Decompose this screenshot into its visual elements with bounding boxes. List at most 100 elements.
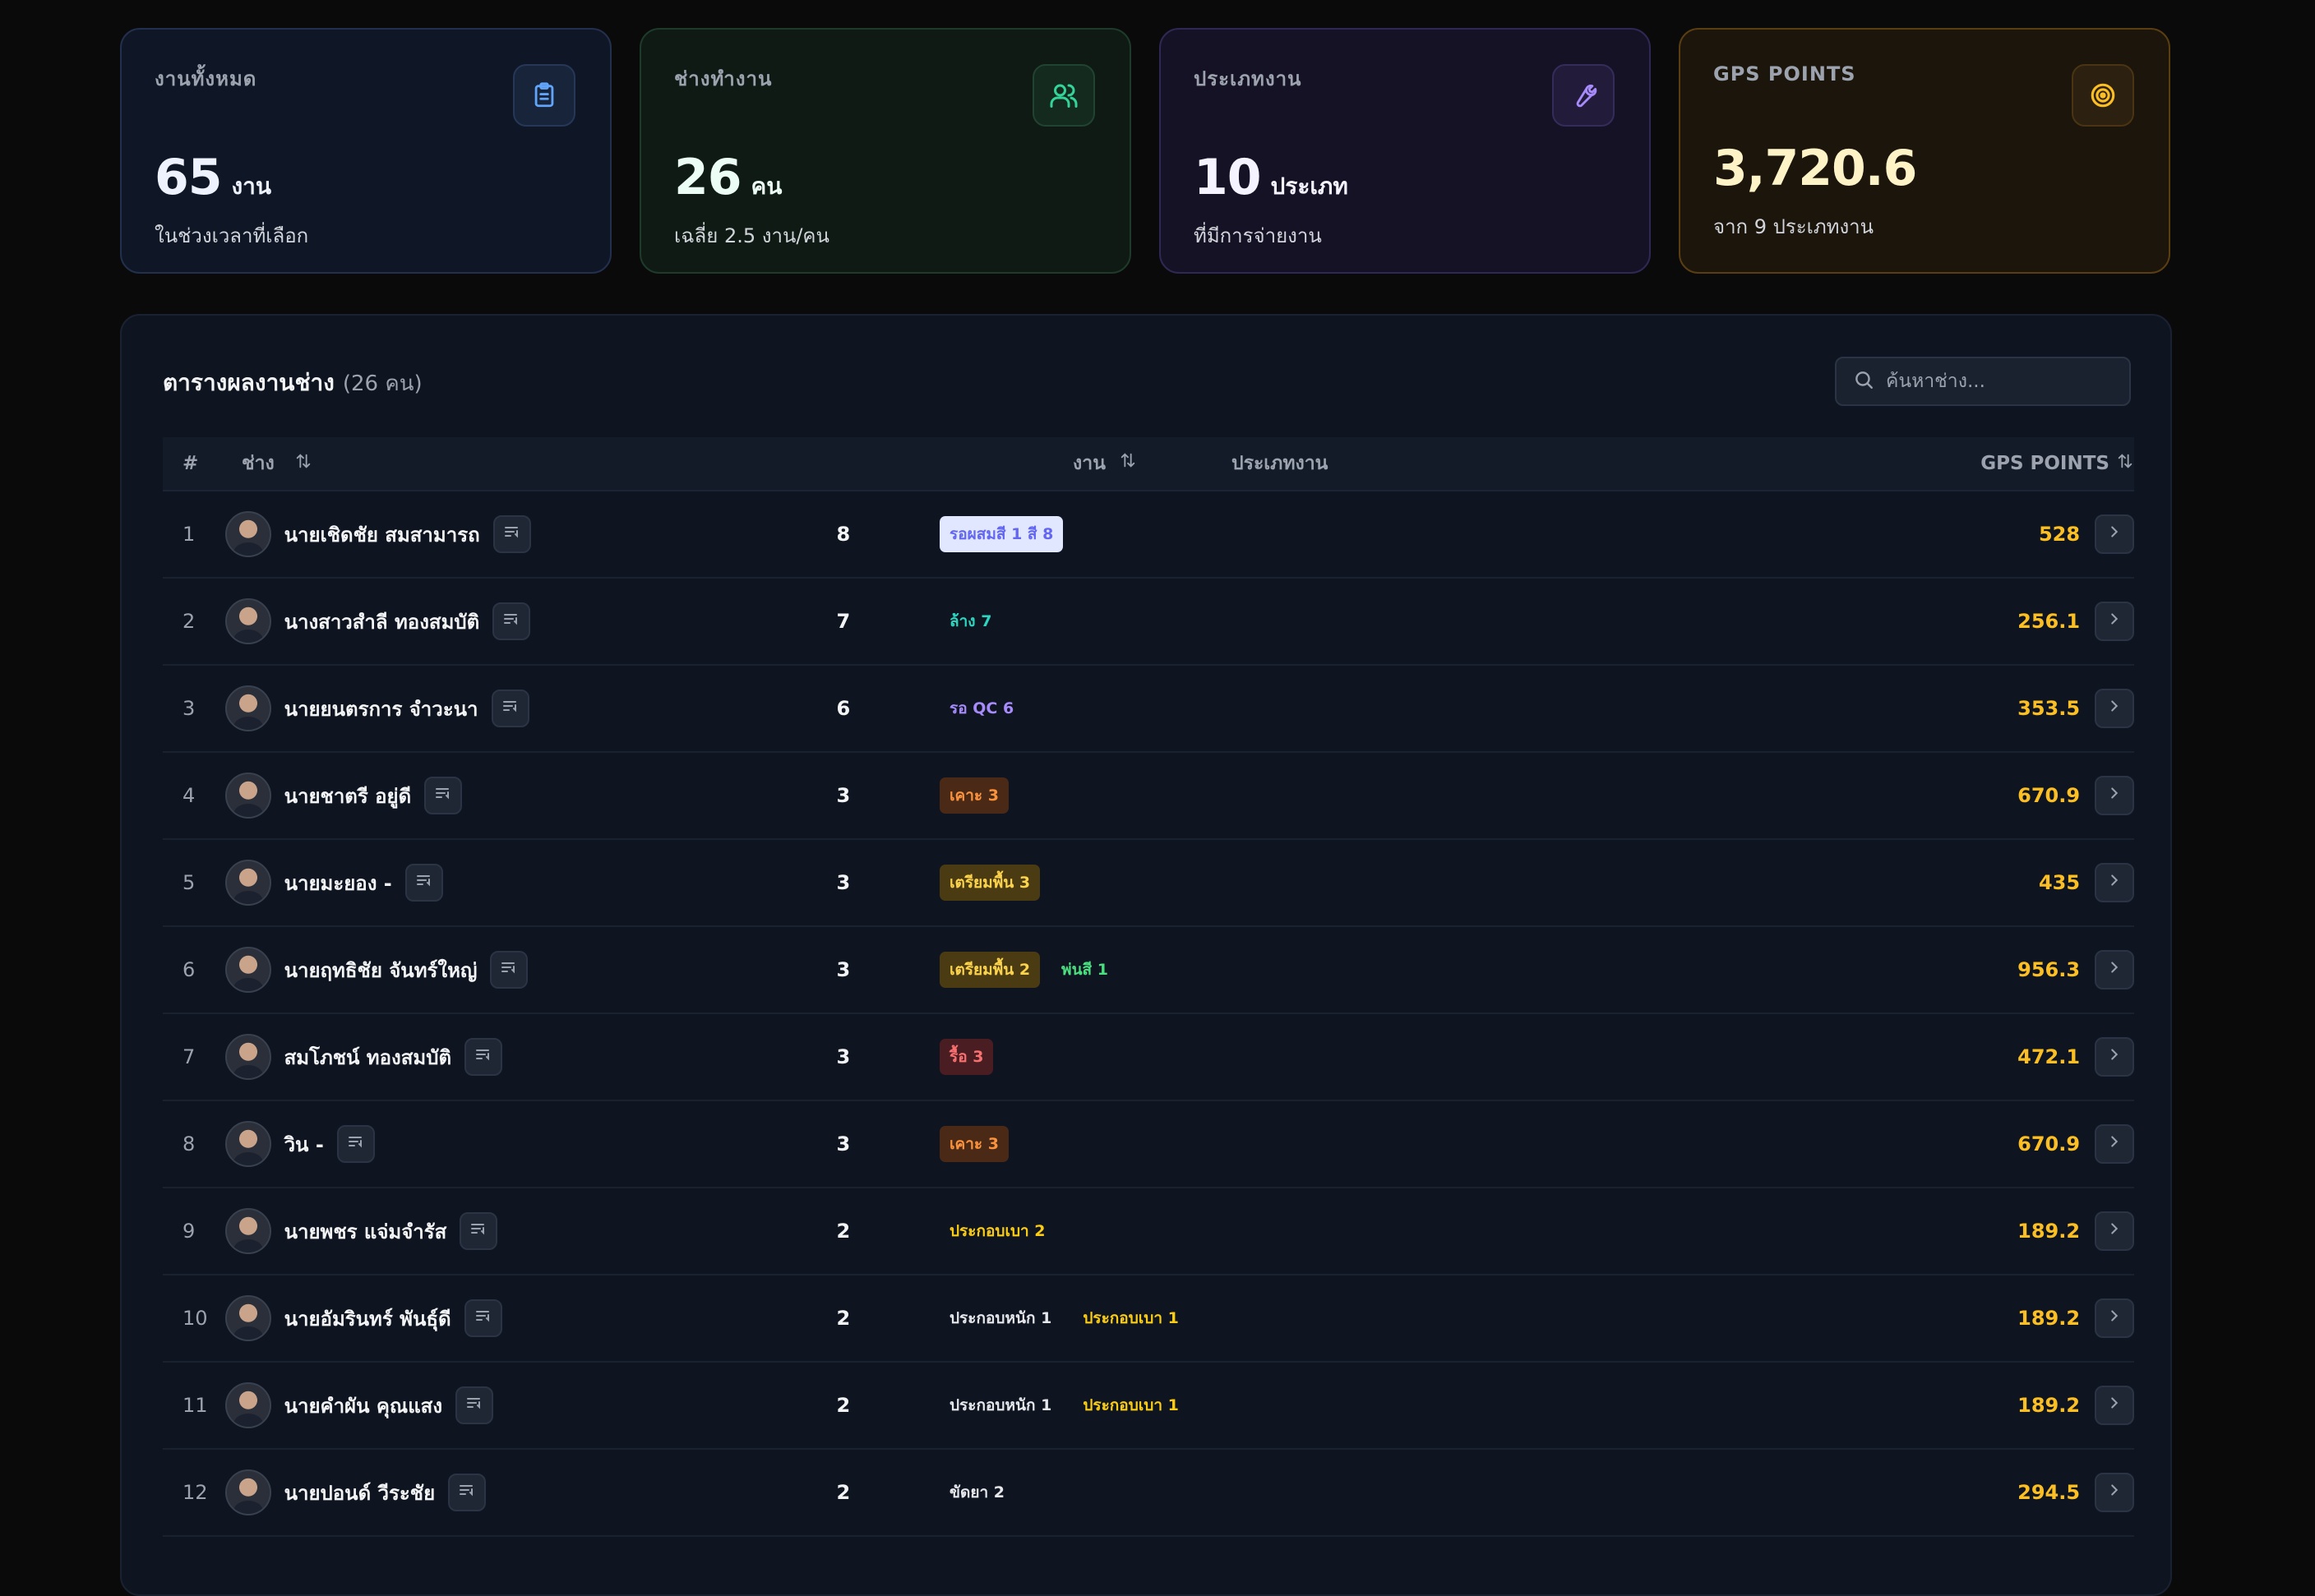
- gps-points: 353.5: [2017, 697, 2081, 720]
- avatar: [224, 1034, 271, 1080]
- view-details-button[interactable]: [2095, 1473, 2134, 1512]
- job-count: 2: [836, 1220, 851, 1243]
- chevron-right-icon: [2105, 958, 2123, 981]
- chevron-right-icon: [2105, 697, 2123, 720]
- job-count: 2: [836, 1394, 851, 1417]
- avatar: [224, 1121, 271, 1167]
- row-number: 4: [183, 784, 196, 807]
- table-row[interactable]: 4 นายชาตรี อยู่ดี 3 เคาะ 3 670.9: [163, 753, 2134, 840]
- view-details-button[interactable]: [2095, 1037, 2134, 1077]
- job-type-badge: รอ QC 6: [950, 699, 1014, 717]
- view-details-button[interactable]: [2095, 1386, 2134, 1425]
- header-name-label: ช่าง: [242, 453, 275, 474]
- row-number: 9: [183, 1220, 196, 1243]
- notes-button[interactable]: [492, 602, 531, 640]
- technician-name: นายอัมรินทร์ พันธุ์ดี: [284, 1307, 451, 1331]
- job-type-badge: เตรียมพื้น 3: [940, 865, 1041, 901]
- header-gps-sortable[interactable]: GPS POINTS: [1952, 452, 2134, 475]
- technician-name: สมโภชน์ ทองสมบัติ: [284, 1045, 452, 1069]
- list-icon: [499, 957, 519, 982]
- list-icon: [474, 1045, 493, 1069]
- notes-button[interactable]: [460, 1212, 498, 1250]
- table-row[interactable]: 3 นายยนตรการ จำวะนา 6 รอ QC 6 353.5: [163, 666, 2134, 753]
- list-icon: [474, 1306, 493, 1331]
- gps-points: 670.9: [2017, 784, 2081, 807]
- job-count: 2: [836, 1481, 851, 1504]
- card-subtitle: จาก 9 ประเภทงาน: [1713, 215, 1874, 238]
- card-unit: ประเภท: [1270, 173, 1348, 200]
- header-num: #: [183, 453, 199, 474]
- notes-button[interactable]: [491, 690, 529, 727]
- table-row[interactable]: 10 นายอัมรินทร์ พันธุ์ดี 2 ประกอบหนัก 1ป…: [163, 1275, 2134, 1363]
- notes-button[interactable]: [448, 1474, 487, 1511]
- job-count: 3: [836, 784, 851, 807]
- notes-button[interactable]: [492, 515, 531, 553]
- row-number: 3: [183, 697, 196, 720]
- technician-name: นายมะยอง -: [284, 871, 392, 895]
- search-icon: [1853, 369, 1874, 394]
- view-details-button[interactable]: [2095, 514, 2134, 554]
- table-row[interactable]: 1 นายเชิดชัย สมสามารถ 8 รอผสมสี 1 สี 8 5…: [163, 491, 2134, 579]
- card-gps-points: GPS POINTS 3,720.6 จาก 9 ประเภทงาน: [1679, 28, 2170, 274]
- chevron-right-icon: [2105, 523, 2123, 546]
- view-details-button[interactable]: [2095, 950, 2134, 989]
- card-subtitle: ในช่วงเวลาที่เลือก: [155, 224, 309, 247]
- job-type-badge: ประกอบเบา 2: [950, 1222, 1046, 1240]
- header-jobs-sortable[interactable]: งาน: [998, 449, 1212, 478]
- table-row[interactable]: 5 นายมะยอง - 3 เตรียมพื้น 3 435: [163, 840, 2134, 927]
- view-details-button[interactable]: [2095, 689, 2134, 728]
- job-types: รื้อ 3: [920, 1039, 1456, 1075]
- table-row[interactable]: 12 นายปอนด์ วีระชัย 2 ขัดยา 2 294.5: [163, 1450, 2134, 1537]
- job-type-badge: ประกอบเบา 1: [1083, 1309, 1179, 1327]
- chevron-right-icon: [2105, 1481, 2123, 1504]
- notes-button[interactable]: [336, 1125, 375, 1163]
- technician-name: วิน -: [284, 1132, 324, 1156]
- job-count: 8: [836, 523, 851, 546]
- view-details-button[interactable]: [2095, 776, 2134, 815]
- header-name-sortable[interactable]: ช่าง: [242, 449, 998, 478]
- technician-name: นายยนตรการ จำวะนา: [284, 697, 478, 721]
- search-input[interactable]: [1886, 371, 2100, 392]
- search-box[interactable]: [1835, 357, 2131, 406]
- table-row[interactable]: 8 วิน - 3 เคาะ 3 670.9: [163, 1101, 2134, 1188]
- table-row[interactable]: 2 นางสาวสำลี ทองสมบัติ 7 ล้าง 7 256.1: [163, 579, 2134, 666]
- notes-button[interactable]: [464, 1299, 502, 1337]
- view-details-button[interactable]: [2095, 602, 2134, 641]
- sort-icon: [2116, 452, 2134, 475]
- row-number: 7: [183, 1045, 196, 1068]
- table-row[interactable]: 11 นายคำผัน คุณแสง 2 ประกอบหนัก 1 ประกอบเ…: [163, 1363, 2134, 1450]
- notes-button[interactable]: [490, 951, 529, 989]
- notes-button[interactable]: [424, 777, 463, 814]
- view-details-button[interactable]: [2095, 1211, 2134, 1251]
- card-total-jobs: งานทั้งหมด 65 งาน ในช่วงเวลาที่เลือก: [120, 28, 612, 274]
- job-type-badge: เคาะ 3: [940, 777, 1009, 814]
- panel-title: ตารางผลงานช่าง (26 คน): [163, 365, 423, 401]
- gps-points: 956.3: [2017, 958, 2081, 981]
- header-jobs-label: งาน: [1073, 453, 1106, 474]
- table-row[interactable]: 7 สมโภชน์ ทองสมบัติ 3 รื้อ 3 472.1: [163, 1014, 2134, 1101]
- chevron-right-icon: [2105, 1394, 2123, 1417]
- card-unit: คน: [751, 173, 783, 200]
- chevron-right-icon: [2105, 1307, 2123, 1330]
- job-type-badge: เคาะ 3: [940, 1126, 1009, 1162]
- view-details-button[interactable]: [2095, 1124, 2134, 1164]
- job-type-badge: ขัดยา 2: [950, 1483, 1005, 1501]
- job-types: รอ QC 6: [920, 690, 1456, 727]
- gps-points: 189.2: [2017, 1307, 2081, 1330]
- notes-button[interactable]: [464, 1038, 503, 1076]
- technician-name: นายปอนด์ วีระชัย: [284, 1481, 436, 1505]
- table-row[interactable]: 6 นายฤทธิชัย จันทร์ใหญ่ 3 เตรียมพื้น 2 พ่…: [163, 927, 2134, 1014]
- sort-icon: [294, 452, 312, 475]
- technician-name: นายพชร แจ่มจำรัส: [284, 1220, 447, 1243]
- view-details-button[interactable]: [2095, 1298, 2134, 1338]
- technician-name: นายฤทธิชัย จันทร์ใหญ่: [284, 958, 478, 982]
- row-number: 1: [183, 523, 196, 546]
- chevron-right-icon: [2105, 871, 2123, 894]
- avatar: [224, 598, 271, 644]
- view-details-button[interactable]: [2095, 863, 2134, 902]
- notes-button[interactable]: [404, 864, 443, 902]
- table-row[interactable]: 9 นายพชร แจ่มจำรัส 2 ประกอบเบา 2 189.2: [163, 1188, 2134, 1275]
- job-count: 7: [836, 610, 851, 633]
- card-job-types: ประเภทงาน 10 ประเภท ที่มีการจ่ายงาน: [1159, 28, 1651, 274]
- notes-button[interactable]: [455, 1386, 494, 1424]
